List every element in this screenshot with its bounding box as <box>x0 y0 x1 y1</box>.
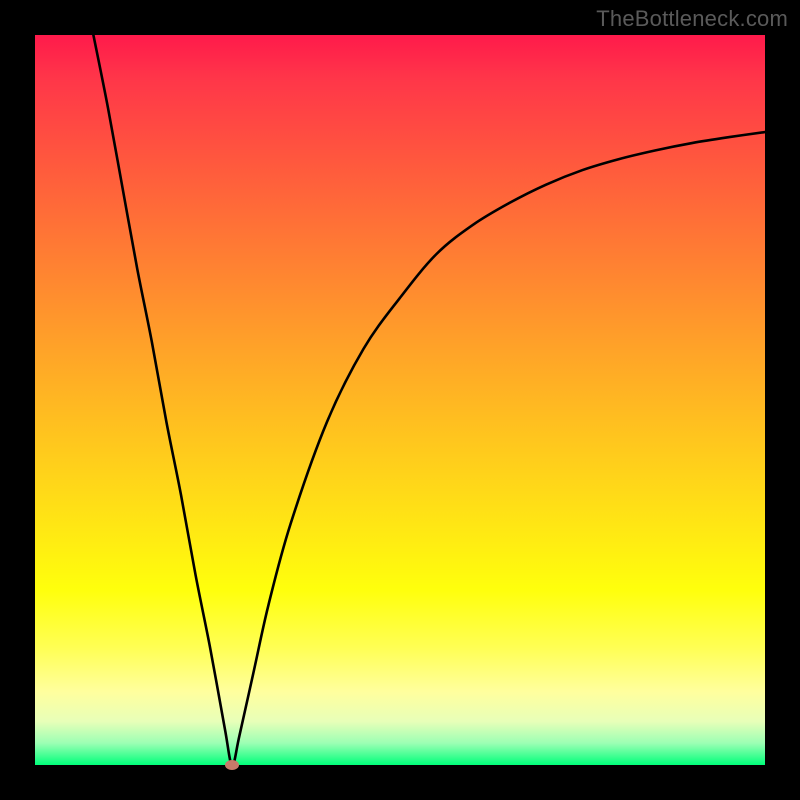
plot-area <box>35 35 765 765</box>
watermark-text: TheBottleneck.com <box>596 6 788 32</box>
chart-frame: TheBottleneck.com <box>0 0 800 800</box>
minimum-marker <box>225 760 239 770</box>
bottleneck-curve <box>35 35 765 765</box>
